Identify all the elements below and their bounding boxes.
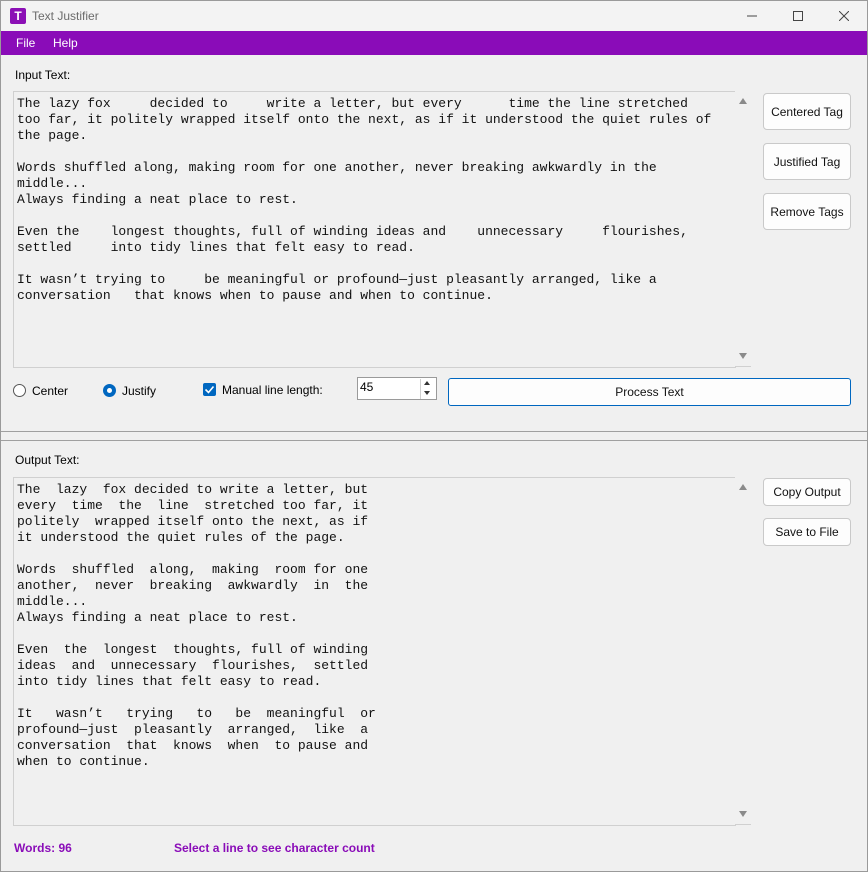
line-length-value[interactable]: 45 [360,380,373,394]
justify-radio-label[interactable]: Justify [122,384,156,398]
scroll-up-icon[interactable] [739,98,747,104]
spin-buttons[interactable] [420,379,435,399]
menu-bar: File Help [1,31,867,55]
title-bar[interactable]: T Text Justifier [1,1,867,31]
input-text-content: The lazy fox decided to write a letter, … [17,96,712,303]
justified-tag-button[interactable]: Justified Tag [763,143,851,180]
manual-line-length-label[interactable]: Manual line length: [222,383,323,397]
center-radio[interactable] [13,384,26,397]
output-text-content: The lazy fox decided to write a letter, … [17,482,376,769]
centered-tag-button[interactable]: Centered Tag [763,93,851,130]
app-window: T Text Justifier File Help Input Text: T… [0,0,868,872]
justify-radio[interactable] [103,384,116,397]
output-text-area[interactable]: The lazy fox decided to write a letter, … [13,477,736,826]
center-radio-label[interactable]: Center [32,384,68,398]
copy-output-button[interactable]: Copy Output [763,478,851,506]
close-button[interactable] [821,1,867,31]
remove-tags-button[interactable]: Remove Tags [763,193,851,230]
output-text-label: Output Text: [15,453,80,467]
input-text-label: Input Text: [15,68,71,82]
line-length-spinbox[interactable]: 45 [357,377,437,400]
maximize-button[interactable] [775,1,821,31]
minimize-button[interactable] [729,1,775,31]
line-hint-status: Select a line to see character count [174,841,375,855]
manual-line-length-checkbox[interactable] [203,383,216,396]
window-title: Text Justifier [32,9,99,23]
app-logo-icon: T [10,8,26,24]
scroll-down-icon[interactable] [739,353,747,359]
close-icon [839,11,849,21]
scroll-up-icon[interactable] [739,484,747,490]
pane-divider-bottom[interactable] [1,440,867,441]
word-count-status: Words: 96 [14,841,72,855]
pane-divider-top [1,431,867,432]
menu-file[interactable]: File [16,36,35,50]
checkmark-icon [204,385,215,394]
maximize-icon [793,11,803,21]
input-scrollbar[interactable] [735,91,751,367]
output-scrollbar[interactable] [735,477,751,825]
scroll-down-icon[interactable] [739,811,747,817]
minimize-icon [747,15,757,17]
save-to-file-button[interactable]: Save to File [763,518,851,546]
menu-help[interactable]: Help [53,36,78,50]
spin-down-icon[interactable] [424,391,430,395]
spin-up-icon[interactable] [424,381,430,385]
input-text-area[interactable]: The lazy fox decided to write a letter, … [13,91,736,368]
process-text-button[interactable]: Process Text [448,378,851,406]
